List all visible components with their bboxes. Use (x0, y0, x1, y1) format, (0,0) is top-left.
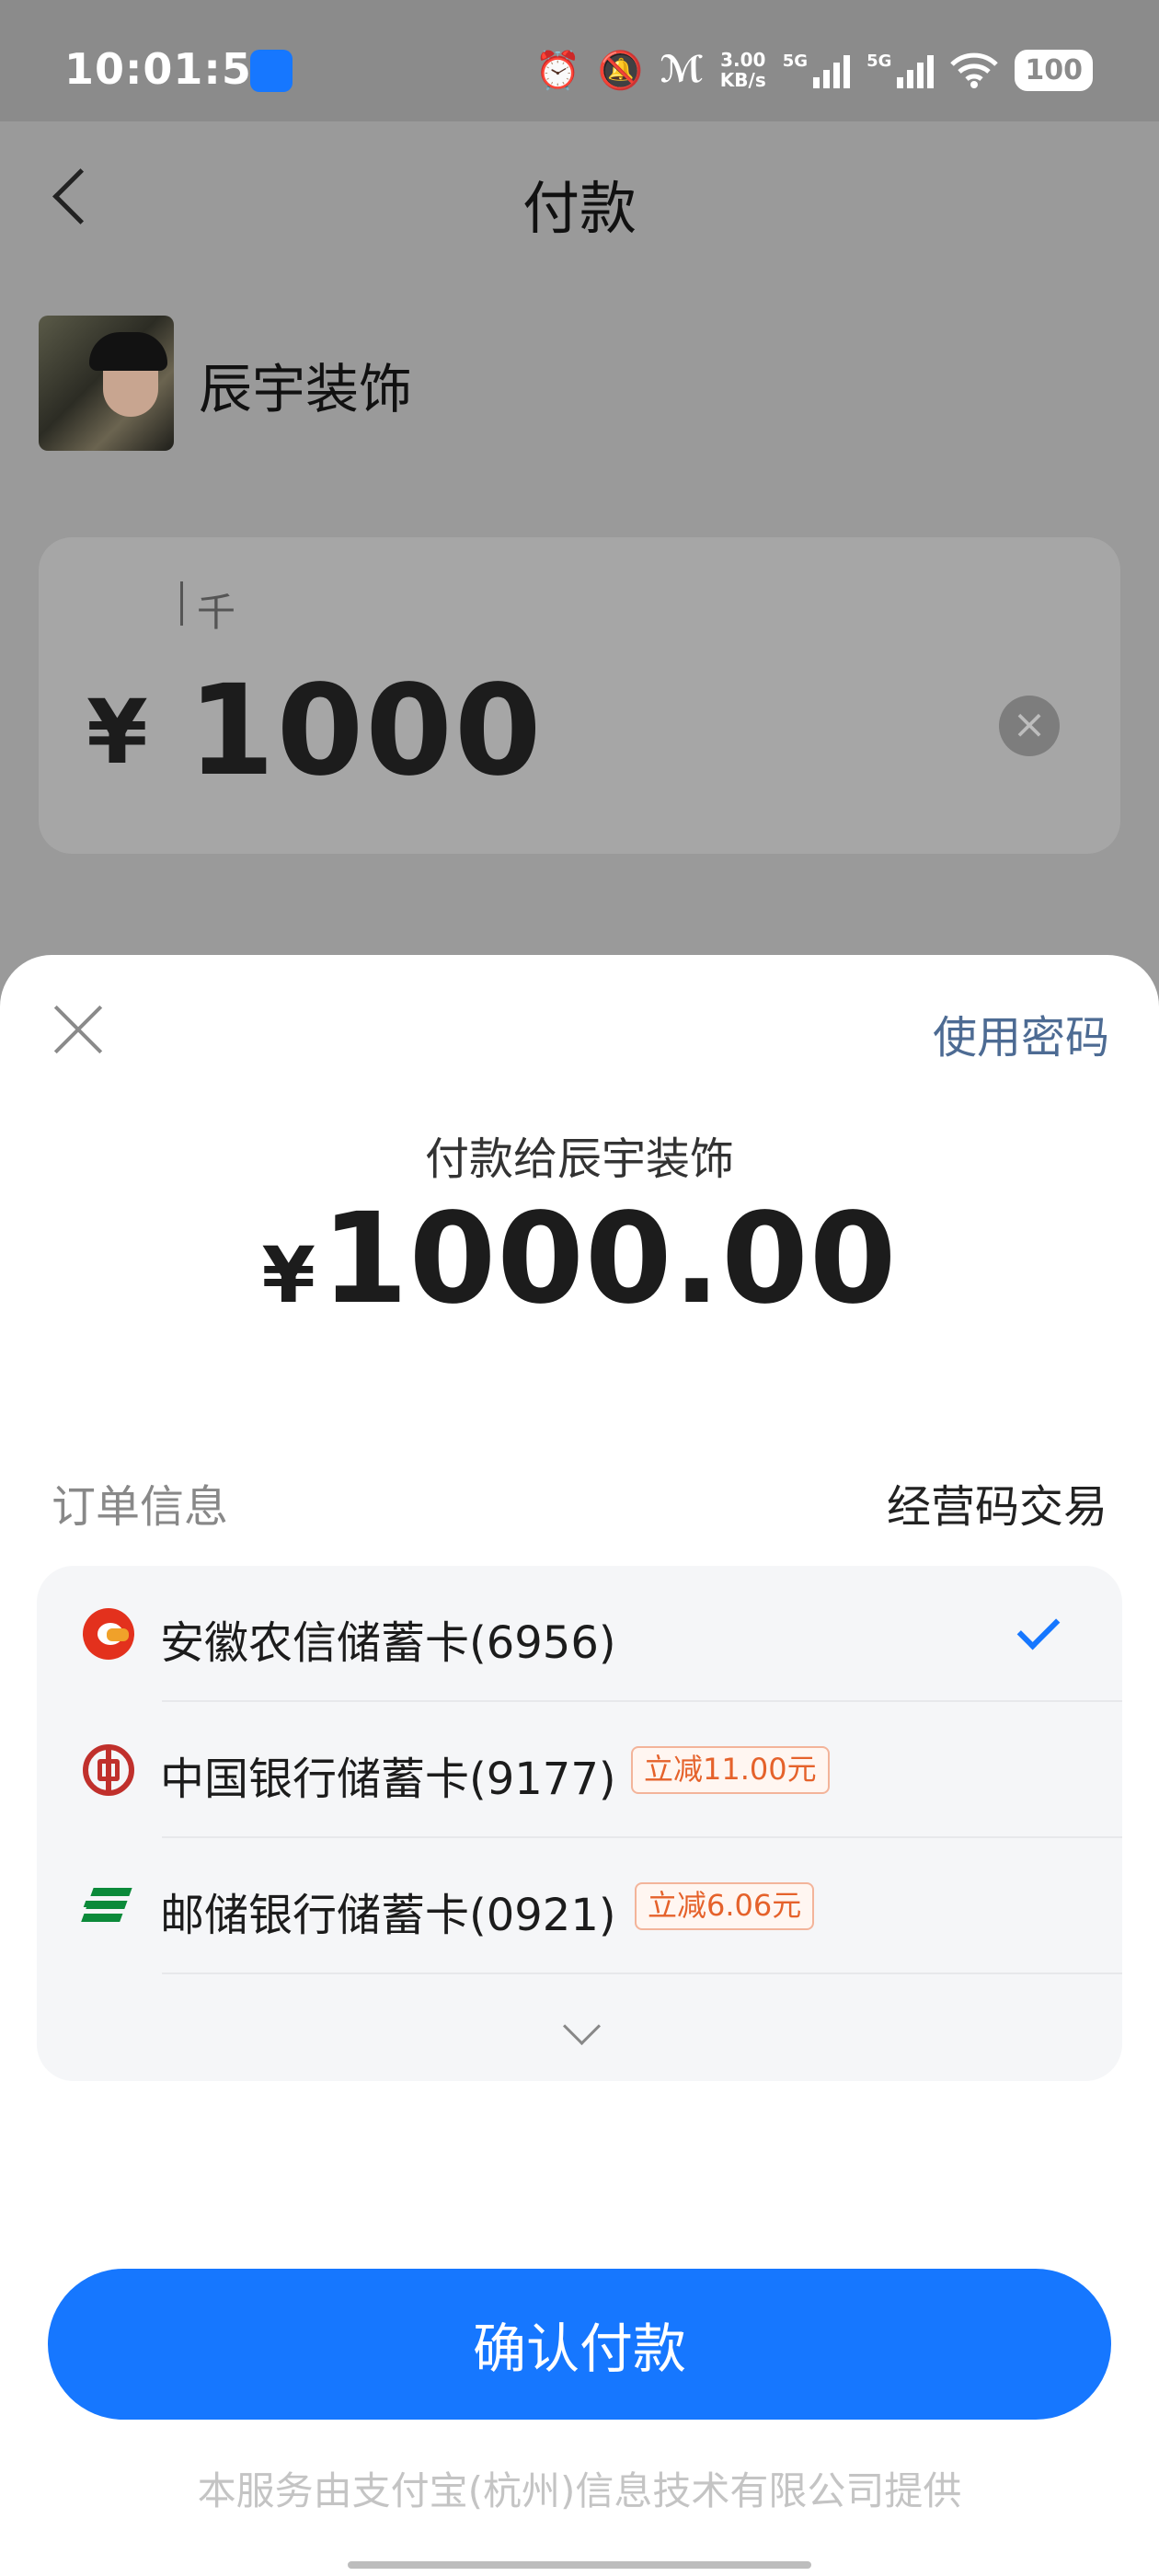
network-speed: 3.00 KB/s (720, 50, 766, 90)
page-title: 付款 (522, 175, 637, 242)
payment-method-label: 安徽农信储蓄卡(6956) (160, 1617, 616, 1669)
currency-symbol: ¥ (86, 681, 148, 784)
alarm-icon: ⏰ (534, 49, 581, 92)
service-provider-note: 本服务由支付宝(杭州)信息技术有限公司提供 (197, 2468, 962, 2513)
nfc-icon: ℳ (660, 49, 704, 91)
status-bar: 10:01:53 ⏰ 🔕 ℳ 3.00 KB/s 5G 5G 100 (0, 0, 1159, 121)
payment-method-label: 中国银行储蓄卡(9177) (160, 1754, 616, 1805)
payment-method-ahrcc[interactable]: 安徽农信储蓄卡(6956) (37, 1566, 1122, 1702)
amount-input[interactable]: 1000 (188, 659, 544, 804)
use-password-link[interactable]: 使用密码 (933, 1001, 1109, 1065)
payment-amount-value: 1000.00 (321, 1187, 898, 1332)
ahrcc-bank-icon (83, 1608, 134, 1660)
merchant-avatar (39, 316, 174, 451)
boc-bank-icon (83, 1744, 134, 1796)
confirm-payment-button[interactable]: 确认付款 (48, 2269, 1111, 2420)
sim2-label: 5G (866, 52, 892, 71)
home-indicator[interactable] (348, 2561, 811, 2569)
expand-more-icon[interactable] (562, 2007, 602, 2046)
mute-bell-icon: 🔕 (597, 49, 644, 92)
alipay-notification-icon (250, 50, 293, 92)
merchant-name: 辰宇装饰 (199, 358, 413, 420)
close-icon[interactable] (52, 1003, 105, 1056)
payment-method-psbc[interactable]: 邮储银行储蓄卡(0921) 立减6.06元 (37, 1838, 1122, 1974)
amount-unit-hint: 千 (197, 590, 236, 635)
network-speed-value: 3.00 (720, 49, 766, 71)
promo-badge: 立减6.06元 (635, 1882, 815, 1930)
signal-sim1-icon: 5G (782, 52, 851, 88)
payment-method-label: 邮储银行储蓄卡(0921) (160, 1890, 616, 1941)
order-info-value: 经营码交易 (886, 1481, 1107, 1533)
selected-check-icon (1016, 1606, 1061, 1650)
status-indicators: ⏰ 🔕 ℳ 3.00 KB/s 5G 5G 100 (535, 42, 1093, 98)
payment-currency-symbol: ¥ (261, 1230, 316, 1320)
payment-method-boc[interactable]: 中国银行储蓄卡(9177) 立减11.00元 (37, 1702, 1122, 1838)
clear-amount-icon[interactable]: × (999, 696, 1060, 756)
order-info-label: 订单信息 (52, 1481, 229, 1533)
wifi-icon (950, 52, 999, 88)
payment-method-list: 安徽农信储蓄卡(6956) 中国银行储蓄卡(9177) 立减11.00元 邮储银… (37, 1566, 1122, 2081)
pay-to-label: 付款给辰宇装饰 (424, 1133, 734, 1185)
promo-badge: 立减11.00元 (631, 1746, 830, 1794)
sim1-label: 5G (782, 52, 809, 71)
signal-sim2-icon: 5G (866, 52, 935, 88)
network-speed-unit: KB/s (719, 69, 766, 91)
payment-amount: ¥1000.00 (0, 1187, 1159, 1332)
psbc-bank-icon (83, 1880, 134, 1932)
battery-icon: 100 (1015, 49, 1093, 91)
input-cursor (180, 581, 183, 626)
